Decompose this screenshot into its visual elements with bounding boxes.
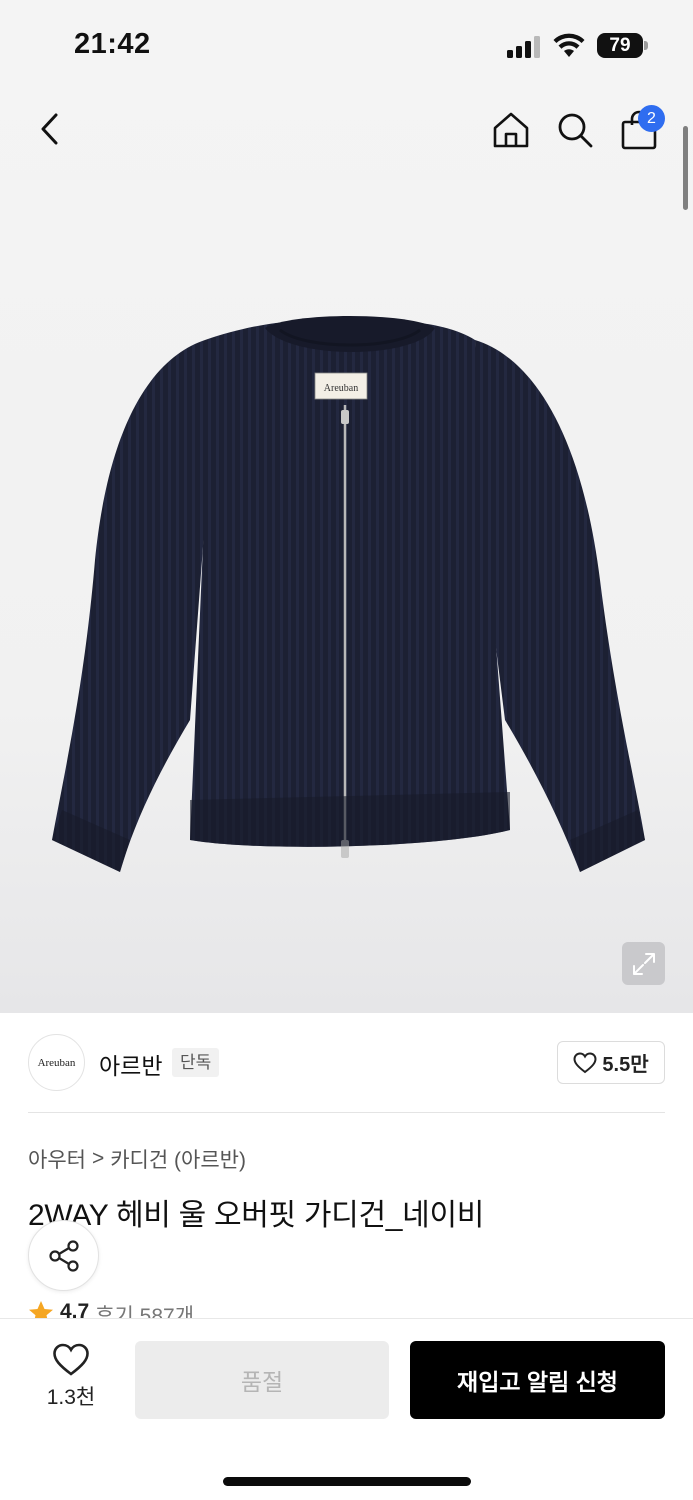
wifi-icon xyxy=(553,33,585,57)
expand-icon xyxy=(632,952,655,975)
garment-label-text: Areuban xyxy=(324,383,358,394)
expand-image-button[interactable] xyxy=(622,942,665,985)
product-image[interactable]: Areuban xyxy=(40,300,660,900)
brand-row: Areuban 아르반 단독 5.5만 xyxy=(28,1034,665,1091)
battery-cap xyxy=(644,41,648,50)
home-button[interactable] xyxy=(486,105,536,155)
share-button[interactable] xyxy=(28,1220,99,1291)
cart-badge: 2 xyxy=(638,105,665,132)
home-icon xyxy=(493,112,529,148)
brand-like-button[interactable]: 5.5만 xyxy=(557,1041,665,1084)
breadcrumb-subcategory[interactable]: 카디건 (아르반) xyxy=(110,1144,246,1174)
top-nav xyxy=(0,96,693,166)
heart-icon xyxy=(53,1343,89,1376)
product-title: 2WAY 헤비 울 오버핏 가디건_네이비 xyxy=(28,1199,485,1232)
brand-like-count: 5.5만 xyxy=(602,1054,649,1076)
battery-icon: 79 xyxy=(597,33,649,58)
status-time: 21:42 xyxy=(74,28,151,60)
back-button[interactable] xyxy=(25,104,75,154)
wishlist-count: 1.3천 xyxy=(46,1386,96,1409)
battery-level: 79 xyxy=(597,33,643,58)
brand-name[interactable]: 아르반 xyxy=(99,1047,162,1081)
chevron-left-icon xyxy=(41,113,58,145)
scrollbar[interactable] xyxy=(683,126,688,210)
breadcrumb: 아우터 > 카디건 (아르반) xyxy=(28,1144,246,1174)
soldout-button: 품절 xyxy=(135,1341,389,1419)
search-icon xyxy=(558,113,593,148)
breadcrumb-separator: > xyxy=(91,1147,105,1170)
review-count[interactable]: 후기 587개 xyxy=(95,1300,194,1320)
exclusive-badge: 단독 xyxy=(172,1048,220,1077)
home-indicator[interactable] xyxy=(223,1477,471,1486)
rating-value: 4.7 xyxy=(60,1300,90,1320)
status-bar: 21:42 79 xyxy=(0,0,693,90)
star-icon xyxy=(29,1301,53,1320)
wishlist-button[interactable]: 1.3천 xyxy=(30,1343,112,1415)
rating-row[interactable]: 4.7 후기 587개 xyxy=(28,1300,194,1320)
restock-alert-button[interactable]: 재입고 알림 신청 xyxy=(410,1341,665,1419)
signal-icon xyxy=(507,36,540,58)
brand-logo[interactable]: Areuban xyxy=(28,1034,85,1091)
bottom-action-bar: 1.3천 품절 재입고 알림 신청 xyxy=(0,1318,693,1500)
breadcrumb-category[interactable]: 아우터 xyxy=(28,1144,86,1174)
divider xyxy=(28,1112,665,1113)
heart-icon xyxy=(573,1051,597,1073)
share-icon xyxy=(48,1239,79,1272)
search-button[interactable] xyxy=(550,105,600,155)
